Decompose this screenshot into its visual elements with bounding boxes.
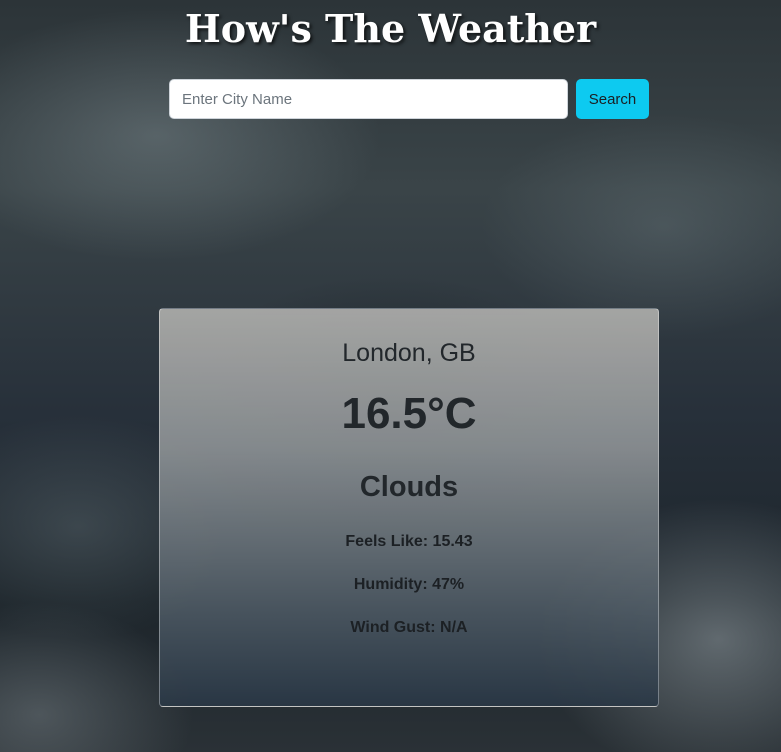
humidity-text: Humidity: 47% <box>353 576 465 593</box>
temperature-value: 16.5°C <box>341 389 477 438</box>
location-label: London, GB <box>342 339 476 367</box>
city-search-input[interactable] <box>169 79 568 119</box>
feels-like-text: Feels Like: 15.43 <box>345 533 473 550</box>
wind-gust-text: Wind Gust: N/A <box>350 619 468 636</box>
search-button[interactable]: Search <box>576 79 649 119</box>
weather-condition: Clouds <box>359 471 459 503</box>
page-title: How's The Weather <box>184 6 597 51</box>
weather-card: London, GB 16.5°C Clouds Feels Like: 15.… <box>159 308 659 707</box>
search-bar: Search <box>169 79 649 119</box>
